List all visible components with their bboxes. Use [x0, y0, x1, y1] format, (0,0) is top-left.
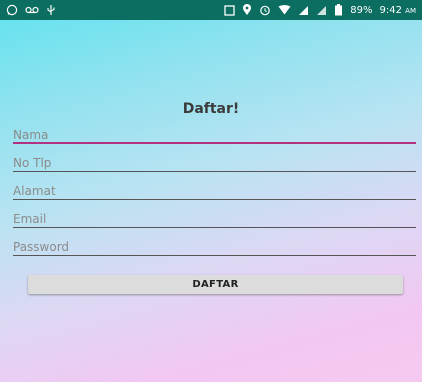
battery-icon [334, 4, 343, 16]
address-field[interactable] [13, 182, 416, 200]
voicemail-icon [25, 5, 39, 15]
register-screen: 89% 9:42 AM Daftar! DAFTAR [0, 0, 422, 382]
name-field[interactable] [13, 126, 416, 144]
clock-time: 9:42 [379, 4, 402, 16]
signal-icon [298, 5, 309, 16]
email-field[interactable] [13, 210, 416, 228]
page-title: Daftar! [182, 101, 240, 117]
screen-cast-icon [224, 4, 235, 16]
wifi-icon [278, 5, 291, 15]
phone-field[interactable] [13, 154, 416, 172]
alarm-icon [259, 4, 271, 16]
status-bar-left [6, 4, 56, 16]
location-icon [242, 4, 252, 16]
phone-input[interactable] [13, 154, 416, 172]
password-field[interactable] [13, 238, 416, 256]
address-input[interactable] [13, 182, 416, 200]
battery-percent: 89% [350, 4, 373, 16]
status-bar: 89% 9:42 AM [0, 0, 422, 20]
daftar-button[interactable]: DAFTAR [28, 275, 403, 294]
usb-icon [46, 4, 56, 16]
clock-ampm: AM [405, 6, 416, 15]
name-input[interactable] [13, 126, 416, 144]
whatsapp-icon [6, 4, 18, 16]
clock: 9:42 AM [380, 5, 416, 16]
status-bar-right: 89% 9:42 AM [224, 4, 416, 16]
email-input[interactable] [13, 210, 416, 228]
password-input[interactable] [13, 238, 416, 256]
signal-2-icon [316, 5, 327, 16]
